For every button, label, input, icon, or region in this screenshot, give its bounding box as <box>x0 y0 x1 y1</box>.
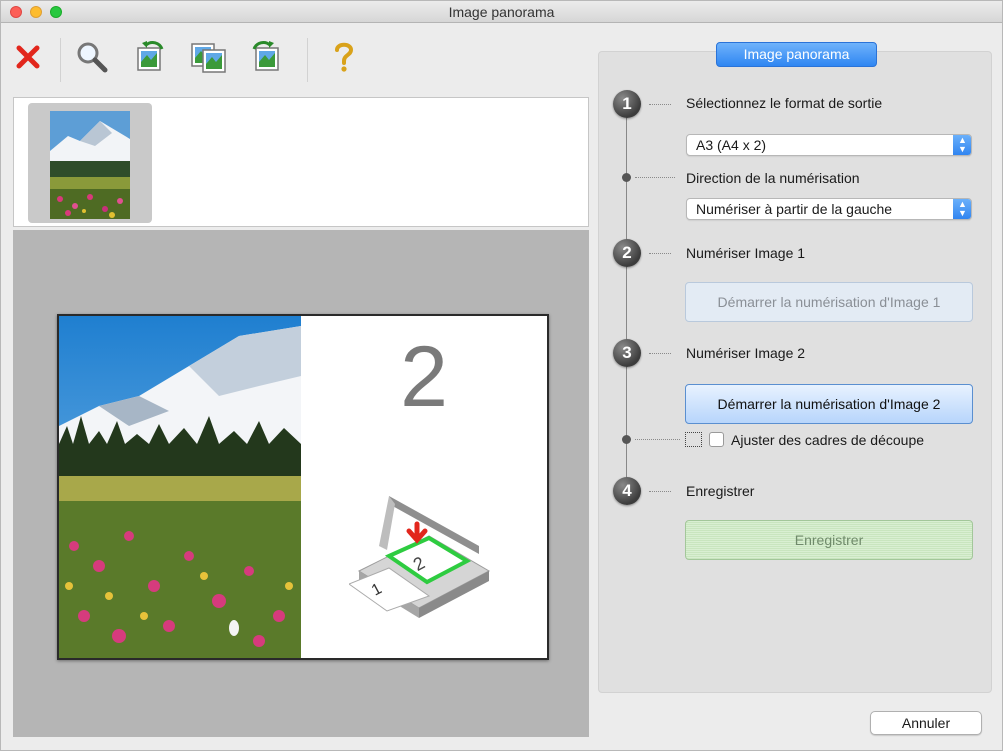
thumbnail-item[interactable] <box>28 103 152 223</box>
rotate-right-button[interactable] <box>245 36 287 78</box>
direction-dots <box>635 177 675 178</box>
step-1-label: Sélectionnez le format de sortie <box>686 95 883 111</box>
adjust-crop-checkbox[interactable] <box>709 432 724 447</box>
direction-dot <box>622 173 631 182</box>
panel-tab[interactable]: Image panorama <box>716 42 877 67</box>
scanned-image-1 <box>59 316 301 658</box>
crop-dots <box>635 439 680 440</box>
step-2-badge: 2 <box>613 239 641 267</box>
step-4-label: Enregistrer <box>686 483 755 499</box>
delete-icon <box>16 45 40 69</box>
help-icon <box>335 42 354 72</box>
adjust-crop-label: Ajuster des cadres de découpe <box>731 432 925 448</box>
crop-dot <box>622 435 631 444</box>
preview-area: 2 1 2 <box>13 230 589 737</box>
step-4-badge: 4 <box>613 477 641 505</box>
toolbar-separator <box>307 38 308 82</box>
zoom-icon <box>77 42 108 73</box>
step-1-dots <box>649 104 671 105</box>
close-window-icon[interactable] <box>10 6 22 18</box>
delete-button[interactable] <box>7 36 49 78</box>
zoom-button[interactable] <box>71 36 113 78</box>
step-3-dots <box>649 353 671 354</box>
cancel-button[interactable]: Annuler <box>870 711 982 735</box>
direction-label: Direction de la numérisation <box>686 170 860 186</box>
save-button[interactable]: Enregistrer <box>685 520 973 560</box>
rotate-right-icon <box>252 40 279 71</box>
swap-icon <box>191 43 226 73</box>
panorama-window: Image panorama 2 1 2 Image panorama 1 Sé… <box>0 0 1003 751</box>
thumbnail-image <box>50 111 130 219</box>
step-2-dots <box>649 253 671 254</box>
scanner-icon: 1 2 <box>349 496 491 618</box>
output-format-select[interactable]: A3 (A4 x 2) ▲ ▼ <box>686 134 972 156</box>
scan-direction-select[interactable]: Numériser à partir de la gauche ▲ ▼ <box>686 198 972 220</box>
toolbar-separator <box>60 38 61 82</box>
scan-direction-value: Numériser à partir de la gauche <box>696 201 893 217</box>
step-2-label: Numériser Image 1 <box>686 245 806 261</box>
crop-frame-icon <box>685 432 702 447</box>
panorama-canvas: 2 1 2 <box>57 314 549 660</box>
window-title: Image panorama <box>448 4 555 20</box>
step-4-dots <box>649 491 671 492</box>
start-scan-image-2-button[interactable]: Démarrer la numérisation d'Image 2 <box>685 384 973 424</box>
select-arrows-icon: ▲ ▼ <box>953 135 971 155</box>
step-3-badge: 3 <box>613 339 641 367</box>
help-button[interactable] <box>323 36 365 78</box>
toolbar <box>1 24 596 92</box>
swap-button[interactable] <box>187 36 229 78</box>
select-arrows-icon: ▲ ▼ <box>953 199 971 219</box>
minimize-window-icon[interactable] <box>30 6 42 18</box>
rotate-left-icon <box>137 40 164 71</box>
maximize-window-icon[interactable] <box>50 6 62 18</box>
next-page-number: 2 <box>400 329 448 425</box>
step-1-badge: 1 <box>613 90 641 118</box>
output-format-value: A3 (A4 x 2) <box>696 137 767 153</box>
title-bar: Image panorama <box>1 1 1002 23</box>
start-scan-image-1-button[interactable]: Démarrer la numérisation d'Image 1 <box>685 282 973 322</box>
rotate-left-button[interactable] <box>129 36 171 78</box>
thumbnail-strip <box>13 97 589 227</box>
step-3-label: Numériser Image 2 <box>686 345 806 361</box>
